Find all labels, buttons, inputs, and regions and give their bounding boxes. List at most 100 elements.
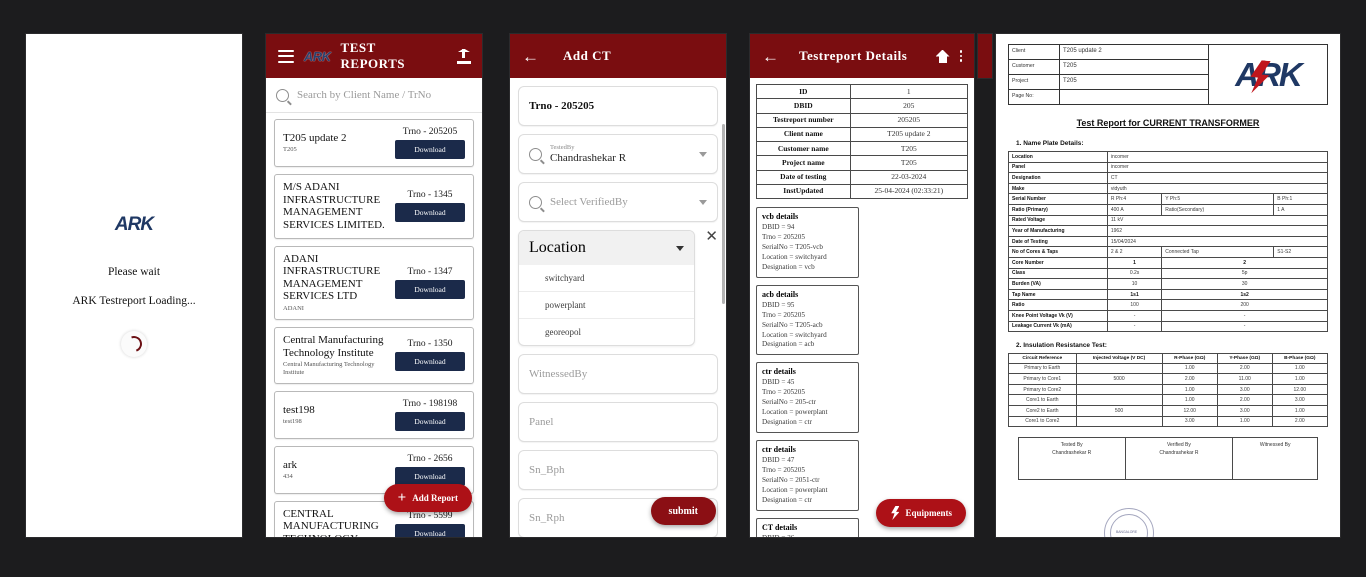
- core-value-1: 0.2s: [1106, 267, 1163, 280]
- table-row: Class 0.2s 5p: [1008, 267, 1328, 280]
- location-option[interactable]: powerplant: [519, 291, 695, 318]
- table-row: ID 1: [756, 83, 969, 100]
- equipment-card-title: ctr details: [762, 367, 796, 377]
- upload-icon[interactable]: [456, 48, 471, 64]
- core-value-2: 2: [1161, 256, 1328, 269]
- core-label: Tap Name: [1008, 288, 1108, 301]
- table-row: Testreport number 205205: [756, 112, 969, 128]
- equipment-card[interactable]: ctr details DBID = 45 Trno = 205205 SerialN…: [756, 362, 859, 434]
- app-bar-title: TEST REPORTS: [340, 40, 405, 71]
- scrollbar[interactable]: [722, 124, 725, 304]
- download-button[interactable]: Download: [395, 466, 465, 486]
- overflow-menu-icon[interactable]: [959, 50, 962, 62]
- cell-y: 3.00: [1216, 405, 1273, 417]
- list-item-actions: Trno - 198198 Download: [395, 399, 465, 431]
- cell-r: 1.00: [1161, 394, 1218, 407]
- ark-logo: ARK: [115, 214, 154, 236]
- details-body: ID 1 DBID 205 Testreport number 205205 Client …: [750, 78, 974, 537]
- cell-volt: 500: [1075, 405, 1163, 417]
- nameplate-label: Serial Number: [1008, 193, 1108, 205]
- text-input[interactable]: Panel: [518, 402, 718, 442]
- search-icon: [529, 195, 542, 209]
- nameplate-value: 11 kV: [1106, 214, 1329, 227]
- client-subtitle: ADANI: [283, 305, 304, 313]
- report-header-table: Client T205 update 2 Customer T205 Project T2…: [1008, 44, 1328, 105]
- list-item[interactable]: test198 test198 Trno - 198198 Download: [274, 390, 474, 439]
- client-subtitle: T205: [283, 146, 297, 154]
- signature-cell: Witnessed By: [1232, 437, 1319, 481]
- list-item-actions: Trno - 2656 Download: [395, 454, 465, 486]
- search-bar[interactable]: Search by Client Name / TrNo: [266, 78, 482, 113]
- cell-y: 11.00: [1216, 373, 1273, 385]
- download-button[interactable]: Download: [395, 140, 465, 159]
- phone-screen-splash: ARK Please wait ARK Testreport Loading..…: [26, 34, 242, 537]
- location-option[interactable]: switchyard: [519, 265, 694, 291]
- location-dropdown[interactable]: Location switchyard powerplant georeopol: [518, 230, 696, 346]
- download-button[interactable]: Download: [395, 411, 465, 431]
- location-dropdown-head[interactable]: Location: [519, 231, 695, 265]
- client-subtitle: 434: [283, 473, 293, 481]
- download-button[interactable]: Download: [395, 203, 465, 223]
- equipment-card-line: DBID = 47: [762, 456, 795, 465]
- download-button[interactable]: Download: [395, 279, 465, 299]
- cell-ref: Core1 to Core2: [1008, 415, 1077, 428]
- report-header-value: T205: [1063, 78, 1077, 84]
- list-item[interactable]: T205 update 2 T205 Trno - 205205 Download: [274, 119, 474, 167]
- back-arrow-icon[interactable]: ←: [522, 48, 539, 65]
- table-row: Date of Testing 15/04/2024: [1008, 235, 1329, 248]
- equipment-card-title: acb details: [762, 289, 799, 299]
- download-button[interactable]: Download: [395, 352, 465, 372]
- signature-name: Chandrashekar R: [1159, 449, 1199, 456]
- equipment-card-title: ctr details: [762, 445, 796, 455]
- location-option-list[interactable]: switchyard powerplant georeopol: [519, 265, 695, 345]
- nameplate-value: incomer: [1106, 151, 1329, 163]
- hamburger-menu-icon[interactable]: [278, 49, 294, 63]
- download-button[interactable]: Download: [395, 523, 465, 537]
- core-value-1: 10: [1106, 278, 1163, 290]
- home-icon[interactable]: [936, 50, 950, 63]
- text-input[interactable]: WitnessedBy: [518, 354, 718, 394]
- insulation-resistance-table: Circuit Reference Injected Voltage (V DC)…: [1008, 353, 1329, 428]
- tested-by-select[interactable]: TestedBy Chandrashekar R: [518, 134, 718, 174]
- nameplate-value: Ratio(Secondary): [1161, 203, 1275, 216]
- add-report-button[interactable]: + Add Report: [383, 484, 472, 512]
- verified-by-select[interactable]: Select VerifiedBy: [518, 182, 718, 222]
- nameplate-label: Year of Manufacturing: [1008, 225, 1108, 237]
- cell-ref: Primary to Core2: [1008, 383, 1077, 396]
- nameplate-label: Rated Voltage: [1008, 214, 1108, 227]
- equipment-card[interactable]: CT detailsDBID = 36Trno = 205205SerialNo…: [756, 517, 859, 537]
- list-item[interactable]: M/S ADANI INFRASTRUCTURE MANAGEMENT SERV…: [274, 174, 474, 239]
- test-report-list[interactable]: T205 update 2 T205 Trno - 205205 Download M/…: [266, 113, 482, 537]
- table-row: Panel incomer: [1008, 161, 1329, 174]
- back-arrow-icon[interactable]: ←: [762, 48, 779, 65]
- equipment-card[interactable]: vcb details DBID = 94 Trno = 205205 SerialN…: [756, 207, 859, 278]
- nameplate-label: Panel: [1008, 161, 1108, 174]
- list-item[interactable]: Central Manufacturing Technology Institu…: [274, 326, 474, 384]
- text-input[interactable]: Sn_Bph: [518, 450, 718, 490]
- equipment-card[interactable]: acb details DBID = 95 Trno = 205205 SerialN…: [756, 284, 859, 356]
- cell-b: 1.00: [1271, 362, 1329, 375]
- equipment-card-line: Location = switchyard: [762, 252, 827, 261]
- list-item[interactable]: ADANI INFRASTRUCTURE MANAGEMENT SERVICES…: [274, 245, 474, 320]
- info-value: T205: [849, 155, 969, 171]
- equipment-card[interactable]: ctr details DBID = 47 Trno = 205205 SerialN…: [756, 440, 859, 511]
- report-title: Test Report for CURRENT TRANSFORMER: [1076, 118, 1260, 128]
- table-row: Primary to Core2 1.00 3.00 12.00: [1008, 383, 1329, 396]
- report-header-value: T205: [1063, 63, 1077, 69]
- submit-button[interactable]: submit: [650, 497, 716, 525]
- location-option[interactable]: georeopol: [519, 318, 695, 345]
- table-row: Ratio 100 200: [1008, 299, 1328, 311]
- info-key: Testreport number: [756, 112, 851, 128]
- close-icon[interactable]: ✕: [705, 230, 718, 245]
- trno-label: Trno - 2656: [407, 453, 453, 464]
- details-title: Testreport Details: [799, 48, 908, 63]
- core-value-1: -: [1106, 320, 1163, 333]
- equipment-card-line: SerialNo = 205-ctr: [762, 398, 816, 407]
- cell-y: 3.00: [1216, 383, 1273, 396]
- nameplate-value: 400 A: [1106, 203, 1163, 216]
- search-input[interactable]: Search by Client Name / TrNo: [297, 89, 431, 101]
- list-item-text: T205 update 2 T205: [283, 132, 395, 154]
- client-name: CENTRAL MANUFACTURING TECHNOLOGY: [283, 507, 379, 537]
- equipments-button[interactable]: Equipments: [876, 499, 966, 527]
- splash-line-2: ARK Testreport Loading...: [72, 295, 196, 307]
